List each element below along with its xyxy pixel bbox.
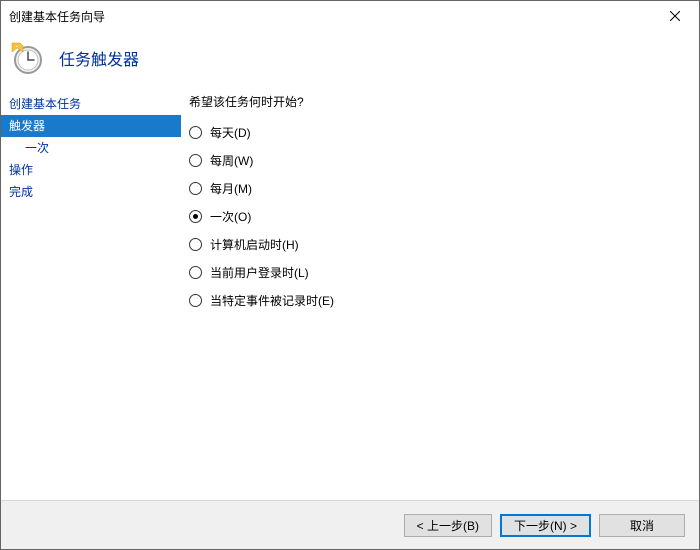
- wizard-main: 希望该任务何时开始? 每天(D) 每周(W) 每月(M) 一次(O) 计算机启动时(H)…: [181, 89, 699, 500]
- next-button[interactable]: 下一步(N) >: [500, 514, 591, 537]
- back-button[interactable]: < 上一步(B): [404, 514, 492, 537]
- trigger-option[interactable]: 计算机启动时(H): [189, 236, 691, 253]
- trigger-option[interactable]: 每周(W): [189, 152, 691, 169]
- close-icon: [670, 11, 680, 21]
- radio-icon: [189, 126, 202, 139]
- trigger-option[interactable]: 每天(D): [189, 124, 691, 141]
- radio-icon: [189, 238, 202, 251]
- trigger-option-label: 每天(D): [210, 124, 251, 141]
- radio-icon: [189, 266, 202, 279]
- wizard-step[interactable]: 创建基本任务: [1, 93, 181, 115]
- wizard-window: 创建基本任务向导 任务触发器 创建基本任务触发器一次操作完成 希望该任务何时开始…: [0, 0, 700, 550]
- trigger-option[interactable]: 一次(O): [189, 208, 691, 225]
- wizard-step[interactable]: 一次: [1, 137, 181, 159]
- trigger-option[interactable]: 每月(M): [189, 180, 691, 197]
- wizard-header: 任务触发器: [1, 31, 699, 89]
- radio-icon: [189, 294, 202, 307]
- wizard-step[interactable]: 完成: [1, 181, 181, 203]
- trigger-option-label: 每月(M): [210, 180, 252, 197]
- radio-icon: [189, 154, 202, 167]
- close-button[interactable]: [652, 2, 697, 30]
- trigger-option[interactable]: 当前用户登录时(L): [189, 264, 691, 281]
- window-title: 创建基本任务向导: [9, 8, 652, 25]
- trigger-option-label: 一次(O): [210, 208, 251, 225]
- trigger-option-label: 当前用户登录时(L): [210, 264, 309, 281]
- trigger-option-label: 计算机启动时(H): [210, 236, 299, 253]
- trigger-prompt: 希望该任务何时开始?: [189, 93, 691, 110]
- trigger-options: 每天(D) 每周(W) 每月(M) 一次(O) 计算机启动时(H) 当前用户登录时(L) 当…: [189, 124, 691, 309]
- cancel-button[interactable]: 取消: [599, 514, 685, 537]
- page-title: 任务触发器: [59, 46, 139, 70]
- radio-icon: [189, 182, 202, 195]
- trigger-option[interactable]: 当特定事件被记录时(E): [189, 292, 691, 309]
- scheduled-task-icon: [9, 41, 43, 75]
- trigger-option-label: 当特定事件被记录时(E): [210, 292, 334, 309]
- wizard-steps-sidebar: 创建基本任务触发器一次操作完成: [1, 89, 181, 500]
- wizard-footer: < 上一步(B) 下一步(N) > 取消: [1, 500, 699, 549]
- wizard-body: 创建基本任务触发器一次操作完成 希望该任务何时开始? 每天(D) 每周(W) 每月(…: [1, 89, 699, 500]
- titlebar: 创建基本任务向导: [1, 1, 699, 31]
- trigger-option-label: 每周(W): [210, 152, 253, 169]
- wizard-step[interactable]: 触发器: [1, 115, 181, 137]
- wizard-step[interactable]: 操作: [1, 159, 181, 181]
- radio-icon: [189, 210, 202, 223]
